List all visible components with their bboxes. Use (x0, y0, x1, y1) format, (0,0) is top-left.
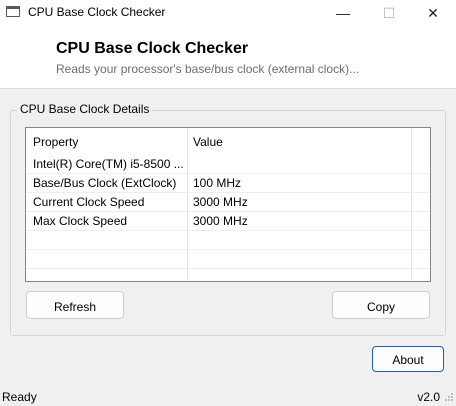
status-bar: Ready v2.0 (0, 388, 456, 406)
table-row[interactable]: Current Clock Speed 3000 MHz (26, 192, 430, 212)
row-value: 3000 MHz (193, 214, 248, 228)
resize-grip-icon[interactable] (444, 392, 454, 402)
header-panel: CPU Base Clock Checker Reads your proces… (0, 26, 456, 89)
listview-header: Property Value (26, 128, 430, 154)
maximize-button[interactable]: ☐ (366, 0, 412, 26)
details-listview[interactable]: Property Value Intel(R) Core(TM) i5-8500… (25, 127, 431, 282)
row-value: 3000 MHz (193, 195, 248, 209)
row-property: Current Clock Speed (33, 195, 145, 209)
title-bar: CPU Base Clock Checker — ☐ ✕ (0, 0, 456, 26)
empty-row (26, 249, 430, 269)
version-label: v2.0 (417, 390, 440, 404)
page-title: CPU Base Clock Checker (56, 40, 249, 57)
refresh-button[interactable]: Refresh (26, 291, 124, 319)
window-title: CPU Base Clock Checker (28, 5, 166, 19)
table-row[interactable]: Base/Bus Clock (ExtClock) 100 MHz (26, 173, 430, 193)
about-button[interactable]: About (372, 346, 444, 372)
column-header-value[interactable]: Value (193, 135, 223, 149)
row-property: Base/Bus Clock (ExtClock) (33, 176, 177, 190)
page-subtitle: Reads your processor's base/bus clock (e… (56, 62, 360, 76)
status-text: Ready (2, 390, 37, 404)
row-property: Max Clock Speed (33, 214, 128, 228)
column-header-property[interactable]: Property (33, 135, 78, 149)
row-value: 100 MHz (193, 176, 242, 190)
table-row[interactable]: Intel(R) Core(TM) i5-8500 ... (26, 154, 430, 174)
table-row[interactable]: Max Clock Speed 3000 MHz (26, 211, 430, 231)
row-property: Intel(R) Core(TM) i5-8500 ... (33, 157, 183, 171)
copy-button[interactable]: Copy (332, 291, 430, 319)
minimize-button[interactable]: — (320, 0, 366, 26)
empty-row (26, 230, 430, 250)
details-group-label: CPU Base Clock Details (17, 102, 153, 116)
close-button[interactable]: ✕ (410, 0, 456, 26)
app-window-icon (6, 6, 20, 17)
